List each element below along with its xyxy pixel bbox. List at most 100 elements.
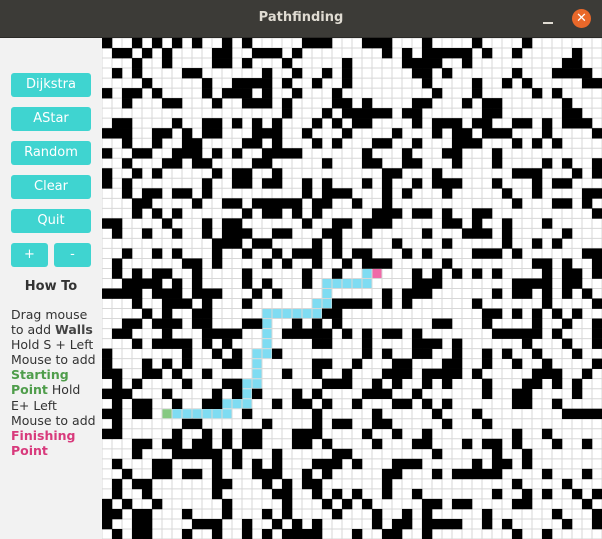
wall-cell[interactable]: [262, 78, 273, 89]
wall-cell[interactable]: [332, 248, 343, 259]
wall-cell[interactable]: [272, 198, 283, 209]
finish-point-cell[interactable]: [372, 268, 382, 278]
wall-cell[interactable]: [512, 308, 523, 319]
wall-cell[interactable]: [552, 308, 563, 319]
wall-cell[interactable]: [472, 458, 483, 470]
wall-cell[interactable]: [252, 118, 263, 129]
wall-cell[interactable]: [432, 118, 443, 129]
wall-cell[interactable]: [322, 498, 333, 510]
wall-cell[interactable]: [102, 498, 113, 510]
wall-cell[interactable]: [422, 288, 433, 299]
wall-cell[interactable]: [362, 388, 373, 400]
wall-cell[interactable]: [512, 248, 523, 259]
wall-cell[interactable]: [502, 238, 513, 249]
wall-cell[interactable]: [122, 138, 133, 149]
wall-cell[interactable]: [502, 228, 513, 239]
wall-cell[interactable]: [102, 368, 113, 379]
wall-cell[interactable]: [342, 328, 353, 339]
wall-cell[interactable]: [292, 208, 303, 219]
wall-cell[interactable]: [322, 398, 333, 410]
wall-cell[interactable]: [272, 168, 283, 179]
wall-cell[interactable]: [382, 298, 393, 309]
wall-cell[interactable]: [312, 258, 323, 269]
wall-cell[interactable]: [222, 228, 233, 239]
wall-cell[interactable]: [162, 318, 173, 329]
wall-cell[interactable]: [432, 468, 443, 480]
wall-cell[interactable]: [192, 278, 203, 289]
wall-cell[interactable]: [412, 108, 423, 119]
wall-cell[interactable]: [172, 118, 183, 129]
wall-cell[interactable]: [442, 188, 453, 199]
wall-cell[interactable]: [252, 78, 263, 89]
wall-cell[interactable]: [172, 288, 183, 299]
wall-cell[interactable]: [482, 118, 493, 129]
wall-cell[interactable]: [172, 278, 183, 289]
wall-cell[interactable]: [592, 408, 602, 420]
wall-cell[interactable]: [502, 328, 513, 339]
wall-cell[interactable]: [472, 298, 483, 309]
wall-cell[interactable]: [572, 388, 583, 400]
wall-cell[interactable]: [332, 508, 343, 520]
wall-cell[interactable]: [212, 488, 223, 500]
wall-cell[interactable]: [302, 398, 313, 410]
wall-cell[interactable]: [262, 468, 273, 480]
wall-cell[interactable]: [232, 358, 243, 369]
wall-cell[interactable]: [172, 298, 183, 309]
wall-cell[interactable]: [142, 518, 153, 530]
wall-cell[interactable]: [172, 438, 183, 450]
wall-cell[interactable]: [572, 168, 583, 179]
wall-cell[interactable]: [412, 208, 423, 219]
wall-cell[interactable]: [512, 358, 523, 369]
wall-cell[interactable]: [252, 128, 263, 139]
wall-cell[interactable]: [202, 518, 213, 530]
wall-cell[interactable]: [592, 328, 602, 339]
wall-cell[interactable]: [572, 378, 583, 389]
wall-cell[interactable]: [332, 298, 343, 309]
wall-cell[interactable]: [432, 368, 443, 379]
wall-cell[interactable]: [112, 218, 123, 229]
wall-cell[interactable]: [182, 448, 193, 460]
wall-cell[interactable]: [112, 288, 123, 299]
wall-cell[interactable]: [112, 118, 123, 129]
wall-cell[interactable]: [252, 238, 263, 249]
wall-cell[interactable]: [442, 68, 453, 79]
wall-cell[interactable]: [162, 438, 173, 450]
wall-cell[interactable]: [412, 98, 423, 109]
wall-cell[interactable]: [312, 488, 323, 500]
wall-cell[interactable]: [322, 438, 333, 450]
wall-cell[interactable]: [152, 338, 163, 349]
wall-cell[interactable]: [282, 488, 293, 500]
wall-cell[interactable]: [302, 478, 313, 490]
wall-cell[interactable]: [162, 288, 173, 299]
wall-cell[interactable]: [172, 428, 183, 440]
wall-cell[interactable]: [442, 318, 453, 329]
wall-cell[interactable]: [302, 248, 313, 259]
wall-cell[interactable]: [112, 478, 123, 490]
wall-cell[interactable]: [482, 308, 493, 319]
wall-cell[interactable]: [142, 358, 153, 369]
wall-cell[interactable]: [192, 308, 203, 319]
wall-cell[interactable]: [132, 58, 143, 69]
wall-cell[interactable]: [532, 378, 543, 389]
wall-cell[interactable]: [402, 458, 413, 470]
wall-cell[interactable]: [372, 218, 383, 229]
wall-cell[interactable]: [202, 178, 213, 189]
wall-cell[interactable]: [242, 278, 253, 289]
wall-cell[interactable]: [522, 378, 533, 389]
wall-cell[interactable]: [512, 138, 523, 149]
wall-cell[interactable]: [352, 528, 363, 539]
wall-cell[interactable]: [332, 228, 343, 239]
wall-cell[interactable]: [412, 458, 423, 470]
wall-cell[interactable]: [132, 378, 143, 389]
wall-cell[interactable]: [212, 458, 223, 470]
wall-cell[interactable]: [372, 258, 383, 269]
wall-cell[interactable]: [382, 478, 393, 490]
wall-cell[interactable]: [122, 158, 133, 169]
wall-cell[interactable]: [432, 278, 443, 289]
wall-cell[interactable]: [492, 248, 503, 259]
wall-cell[interactable]: [122, 128, 133, 139]
wall-cell[interactable]: [572, 348, 583, 359]
wall-cell[interactable]: [362, 178, 373, 189]
wall-cell[interactable]: [562, 108, 573, 119]
wall-cell[interactable]: [492, 458, 503, 470]
